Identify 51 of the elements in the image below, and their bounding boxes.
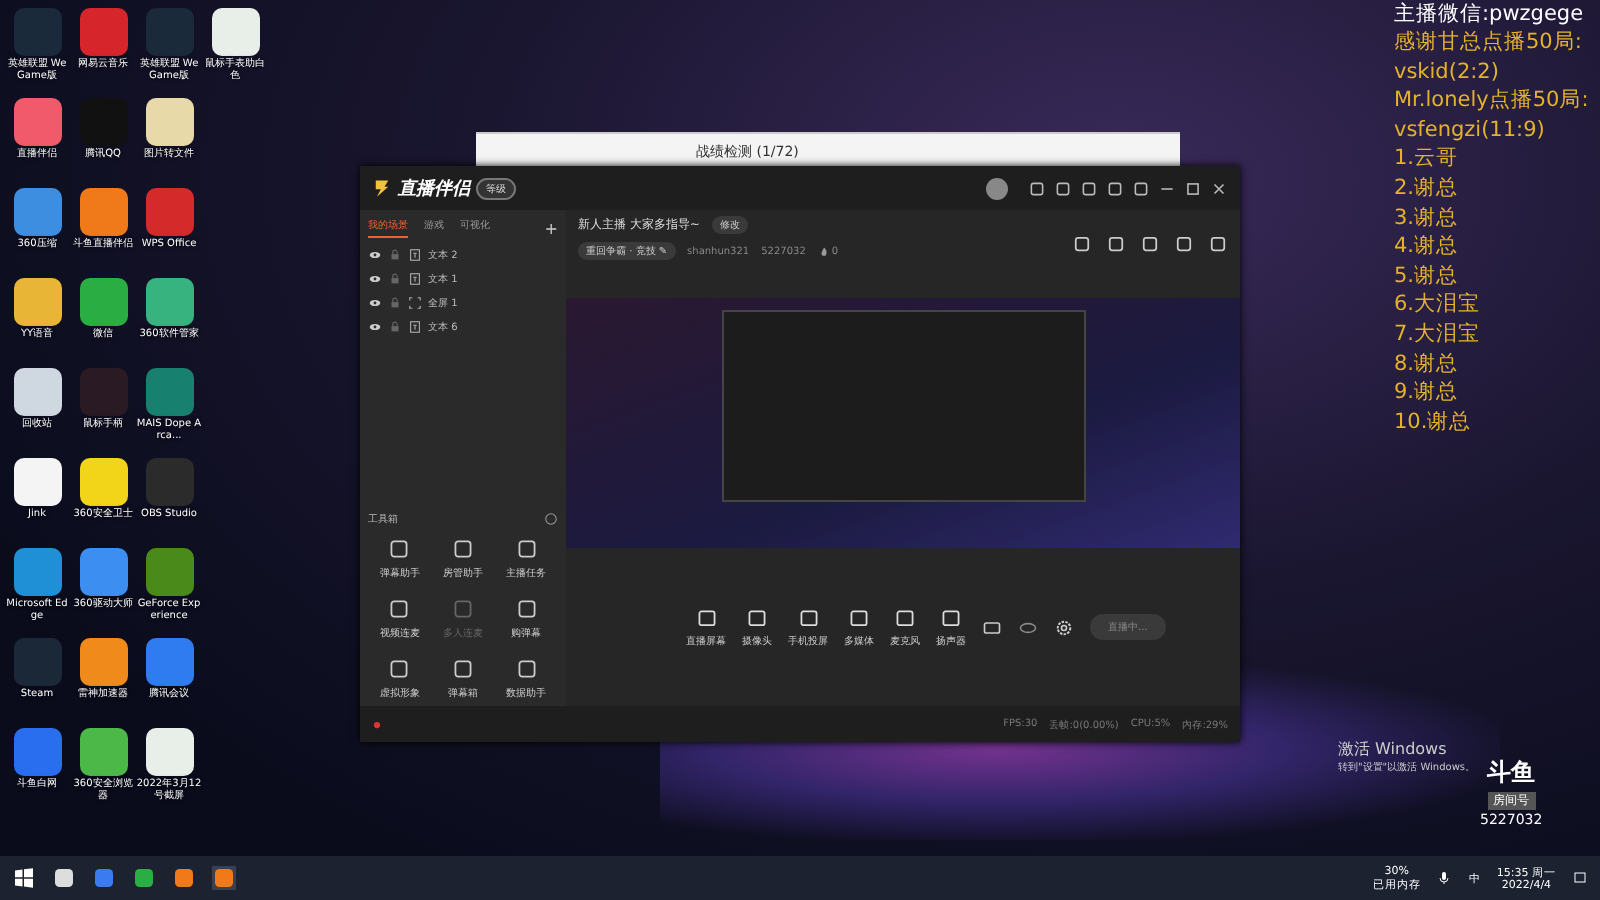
overlay-text: vskid(2:2)	[1394, 57, 1501, 87]
source-icon	[894, 607, 916, 629]
overlay-text: 7.大泪宝	[1394, 319, 1483, 350]
tool-icon	[451, 658, 474, 680]
source-icon	[848, 607, 870, 629]
settings-icon[interactable]	[1054, 617, 1074, 637]
tool-icon	[388, 598, 411, 620]
app-icon[interactable]	[172, 866, 196, 890]
streamer-contact-text: 主播微信:pwzgege	[1394, 2, 1586, 28]
tool-icon	[515, 538, 538, 560]
brand-logo: 斗鱼	[1487, 756, 1536, 790]
overlay-text: 3.谢总	[1394, 203, 1461, 233]
text-layer-icon	[408, 319, 422, 333]
windows-start-icon[interactable]	[12, 866, 36, 890]
alert-icon	[372, 719, 382, 729]
text-layer-icon	[408, 271, 422, 285]
overlay-text: 感谢甘总点播50局:	[1394, 28, 1584, 58]
overlay-text: 5.谢总	[1394, 261, 1461, 291]
logo-icon	[372, 178, 392, 198]
overlay-text: 10.谢总	[1394, 407, 1474, 437]
tool-icon	[451, 538, 474, 560]
source-icon	[746, 607, 768, 629]
overlay-text: vsfengzi(11:9)	[1394, 115, 1547, 145]
tool-icon	[388, 538, 411, 560]
chat-app-icon[interactable]	[132, 866, 156, 890]
overlay-text: 4.谢总	[1394, 232, 1461, 262]
screen-frame-icon	[408, 295, 422, 309]
add-button[interactable]: +	[544, 219, 558, 237]
activation-title: 激活 Windows	[1338, 738, 1449, 760]
tool-icon	[388, 658, 411, 680]
overlay-text: Mr.lonely点播50局:	[1394, 86, 1589, 116]
source-icon	[695, 607, 717, 629]
close-icon[interactable]	[1210, 179, 1228, 197]
avatar-icon[interactable]	[986, 177, 1008, 199]
overlay-text: 8.谢总	[1394, 349, 1461, 379]
tool-icon	[515, 658, 538, 680]
tool-icon	[451, 598, 474, 620]
app-icon[interactable]	[52, 866, 76, 890]
source-icon	[940, 607, 962, 629]
overlay-text: 1.云哥	[1394, 144, 1461, 174]
more-icon[interactable]	[544, 512, 558, 526]
overlay-text: 2.谢总	[1394, 173, 1461, 204]
tool-icon	[515, 598, 538, 620]
microphone-icon[interactable]	[1436, 870, 1453, 886]
text-layer-icon	[408, 247, 422, 261]
record-icon[interactable]	[982, 617, 1002, 637]
maximize-icon[interactable]	[1184, 179, 1202, 197]
overlay-text: 9.谢总	[1394, 378, 1461, 408]
overlay-text: 6.大泪宝	[1394, 290, 1483, 320]
source-icon	[797, 607, 819, 629]
app-name: 直播伴侣	[398, 176, 470, 201]
